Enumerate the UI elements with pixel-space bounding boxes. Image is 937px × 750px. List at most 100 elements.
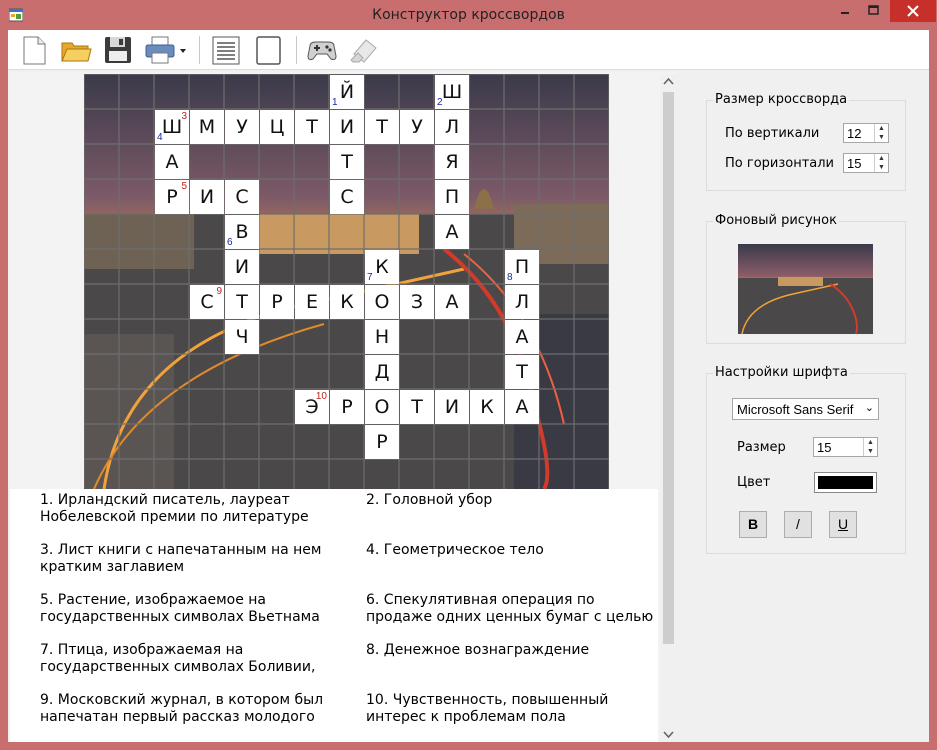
font-select[interactable]: Microsoft Sans Serif ⌄ [732, 398, 879, 420]
crossword-cell[interactable]: Р [330, 390, 364, 424]
cell-letter: К [340, 291, 354, 313]
crossword-cell[interactable]: С [330, 180, 364, 214]
cell-letter: Е [305, 291, 318, 313]
eraser-icon [350, 39, 377, 63]
crossword-cell[interactable]: Ц [260, 110, 294, 144]
crossword-cell[interactable]: З [400, 285, 434, 319]
print-button[interactable] [144, 34, 188, 66]
crossword-cell[interactable]: У [225, 110, 259, 144]
crossword-cell[interactable]: У [400, 110, 434, 144]
crossword-cell[interactable]: Р [365, 425, 399, 459]
crossword-cell[interactable]: И [190, 180, 224, 214]
font-group: Настройки шрифта Microsoft Sans Serif ⌄ … [706, 365, 906, 554]
crossword-cell[interactable]: Т [330, 145, 364, 179]
crossword-cell[interactable]: Й1 [330, 75, 364, 109]
crossword-cell[interactable]: Я [435, 145, 469, 179]
crossword-cell[interactable]: И [225, 250, 259, 284]
spin-up-icon[interactable]: ▲ [875, 154, 888, 163]
crossword-cell[interactable]: Н [365, 320, 399, 354]
crossword-cell[interactable]: А [435, 215, 469, 249]
crossword-cell[interactable]: И [330, 110, 364, 144]
crossword-cell[interactable]: Л [505, 285, 539, 319]
cell-letter: Т [236, 291, 248, 313]
blank-page-icon [256, 36, 281, 65]
maximize-icon [868, 5, 879, 15]
crossword-cell[interactable]: П8 [505, 250, 539, 284]
game-controller-icon [307, 41, 337, 61]
crossword-cell[interactable]: Ш34 [155, 110, 189, 144]
crossword-cell[interactable]: Е [295, 285, 329, 319]
crossword-cell[interactable]: О [365, 285, 399, 319]
font-select-value: Microsoft Sans Serif [737, 402, 854, 417]
crossword-cell[interactable]: Т [295, 110, 329, 144]
scroll-down-icon[interactable] [660, 726, 677, 742]
cell-letter: Л [514, 291, 530, 313]
crossword-cell[interactable]: О [365, 390, 399, 424]
italic-button[interactable]: / [784, 511, 812, 538]
crossword-cell[interactable]: И [435, 390, 469, 424]
eraser-button[interactable] [348, 34, 380, 66]
crossword-cell[interactable]: Л [435, 110, 469, 144]
crossword-cell[interactable]: Ш2 [435, 75, 469, 109]
vertical-scrollbar[interactable] [660, 74, 677, 742]
play-button[interactable] [306, 34, 338, 66]
crossword-cell[interactable]: Р [260, 285, 294, 319]
background-thumbnail[interactable] [738, 244, 873, 334]
crossword-cell[interactable]: А [435, 285, 469, 319]
crossword-cell[interactable]: Э 10 [295, 390, 329, 424]
crossword-cell[interactable]: В6 [225, 215, 259, 249]
cell-letter: Р [376, 431, 388, 453]
color-swatch [818, 476, 873, 489]
crossword-cell[interactable]: Т [225, 285, 259, 319]
spin-up-icon[interactable]: ▲ [864, 438, 877, 447]
background-group-title: Фоновый рисунок [713, 213, 839, 228]
blank-page-button[interactable] [252, 34, 284, 66]
crossword-cell[interactable]: К [330, 285, 364, 319]
vertical-spinner[interactable]: 12 ▲ ▼ [843, 123, 889, 143]
crossword-cell[interactable]: А [155, 145, 189, 179]
crossword-cell[interactable]: Т [505, 355, 539, 389]
toolbar [8, 30, 929, 70]
maximize-button[interactable] [857, 0, 890, 22]
close-button[interactable] [890, 0, 936, 22]
spin-up-icon[interactable]: ▲ [875, 124, 888, 133]
crossword-cell[interactable]: Ч [225, 320, 259, 354]
font-size-value: 15 [817, 440, 832, 455]
crossword-cell[interactable]: П [435, 180, 469, 214]
crossword-cell[interactable]: Т [365, 110, 399, 144]
open-folder-icon [61, 42, 92, 62]
new-button[interactable] [18, 34, 50, 66]
questions-list-button[interactable] [210, 34, 242, 66]
scroll-up-icon[interactable] [660, 74, 677, 90]
cell-letter: О [374, 291, 390, 313]
scrollbar-thumb[interactable] [663, 92, 674, 644]
underline-button[interactable]: U [829, 511, 857, 538]
app-window: Конструктор кроссвордов Й 1 Ш 2 Ш 3 4 М … [0, 0, 937, 750]
vertical-value: 12 [847, 126, 862, 141]
crossword-cell[interactable]: С9 [190, 285, 224, 319]
crossword-cell[interactable]: Т [400, 390, 434, 424]
bold-button[interactable]: B [739, 511, 767, 538]
crossword-cell[interactable]: Р5 [155, 180, 189, 214]
crossword-cell[interactable]: М [190, 110, 224, 144]
horizontal-spinner[interactable]: 15 ▲ ▼ [843, 153, 889, 173]
cell-letter: Т [376, 116, 388, 138]
crossword-cell[interactable]: С [225, 180, 259, 214]
spin-down-icon[interactable]: ▼ [875, 133, 888, 142]
cell-letter: Ц [269, 116, 285, 138]
save-button[interactable] [102, 34, 134, 66]
crossword-cell[interactable]: А [505, 320, 539, 354]
open-button[interactable] [60, 34, 92, 66]
crossword-grid: Й1Ш2Ш34МУЦТИТУЛАТЯР5ИССПВ6АИК7П8С9ТРЕКОЗ… [84, 74, 609, 489]
font-color-picker[interactable] [814, 472, 877, 493]
crossword-cell[interactable]: К [470, 390, 504, 424]
spin-down-icon[interactable]: ▼ [864, 447, 877, 456]
spin-down-icon[interactable]: ▼ [875, 163, 888, 172]
crossword-cell[interactable]: А [505, 390, 539, 424]
font-size-spinner[interactable]: 15 ▲ ▼ [813, 437, 878, 457]
crossword-cell[interactable]: Д [365, 355, 399, 389]
cell-letter: М [198, 116, 216, 138]
cell-letter: Н [374, 326, 390, 348]
question-5: 5. Растение, изображаемое на государстве… [40, 592, 320, 625]
crossword-cell[interactable]: К7 [365, 250, 399, 284]
